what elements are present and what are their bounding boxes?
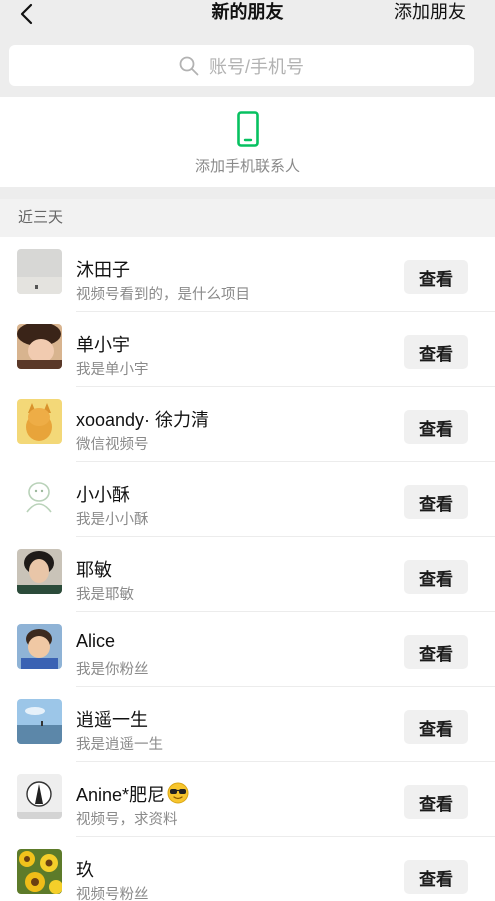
request-message: 微信视频号 <box>76 437 149 453</box>
view-button[interactable]: 查看 <box>404 410 468 444</box>
view-button[interactable]: 查看 <box>404 260 468 294</box>
avatar <box>17 399 62 444</box>
contact-name: 单小宇 <box>76 335 130 355</box>
nav-bar: 新的朋友 添加朋友 <box>0 0 495 34</box>
request-message: 我是逍遥一生 <box>76 737 163 753</box>
avatar <box>17 774 62 819</box>
request-message: 视频号粉丝 <box>76 887 149 901</box>
list-item[interactable]: 单小宇 我是单小宇 查看 <box>0 312 495 387</box>
search-icon <box>179 56 199 75</box>
request-message: 我是耶敏 <box>76 587 134 603</box>
add-phone-contacts-label: 添加手机联系人 <box>194 158 300 175</box>
add-phone-contacts-button[interactable]: 添加手机联系人 <box>0 97 495 187</box>
search-placeholder: 账号/手机号 <box>208 56 304 77</box>
list-item[interactable]: xooandy· 徐力清 微信视频号 查看 <box>0 387 495 462</box>
avatar <box>17 249 62 294</box>
avatar <box>17 699 62 744</box>
contact-name: 耶敏 <box>76 560 112 580</box>
phone-icon <box>236 111 259 147</box>
request-message: 视频号看到的，是什么项目 <box>76 287 250 303</box>
contact-name: 沐田子 <box>76 260 130 280</box>
search-input[interactable]: 账号/手机号 <box>9 45 474 86</box>
contact-name: xooandy· 徐力清 <box>76 410 210 430</box>
avatar <box>17 549 62 594</box>
list-item[interactable]: Anine*肥尼 视频号，求资料 查看 <box>0 762 495 837</box>
contact-name: 小小酥 <box>76 485 130 505</box>
view-button[interactable]: 查看 <box>404 860 468 894</box>
friend-request-list: 沐田子 视频号看到的，是什么项目 查看 单小宇 我是单小宇 查看 xooandy… <box>0 237 495 901</box>
contact-name: Anine*肥尼 <box>76 781 189 807</box>
list-item[interactable]: 小小酥 我是小小酥 查看 <box>0 462 495 537</box>
request-message: 我是你粉丝 <box>76 662 149 678</box>
view-button[interactable]: 查看 <box>404 710 468 744</box>
request-message: 我是单小宇 <box>76 362 149 378</box>
view-button[interactable]: 查看 <box>404 335 468 369</box>
avatar <box>17 849 62 894</box>
list-item[interactable]: 耶敏 我是耶敏 查看 <box>0 537 495 612</box>
list-item[interactable]: Alice 我是你粉丝 查看 <box>0 612 495 687</box>
view-button[interactable]: 查看 <box>404 485 468 519</box>
list-item[interactable]: 沐田子 视频号看到的，是什么项目 查看 <box>0 237 495 312</box>
contact-name: 逍遥一生 <box>76 710 148 730</box>
request-message: 视频号，求资料 <box>76 812 178 828</box>
request-message: 我是小小酥 <box>76 512 149 528</box>
list-item[interactable]: 玖 视频号粉丝 查看 <box>0 837 495 901</box>
avatar <box>17 474 62 519</box>
view-button[interactable]: 查看 <box>404 635 468 669</box>
list-item[interactable]: 逍遥一生 我是逍遥一生 查看 <box>0 687 495 762</box>
section-header-recent: 近三天 <box>0 199 495 237</box>
view-button[interactable]: 查看 <box>404 560 468 594</box>
add-friends-button[interactable]: 添加朋友 <box>394 0 466 26</box>
avatar <box>17 324 62 369</box>
contact-name: Alice <box>76 631 116 651</box>
contact-name: 玖 <box>76 860 94 880</box>
contact-name-text: Anine*肥尼 <box>76 785 166 805</box>
view-button[interactable]: 查看 <box>404 785 468 819</box>
avatar <box>17 624 62 669</box>
sunglasses-emoji-icon <box>167 782 189 804</box>
